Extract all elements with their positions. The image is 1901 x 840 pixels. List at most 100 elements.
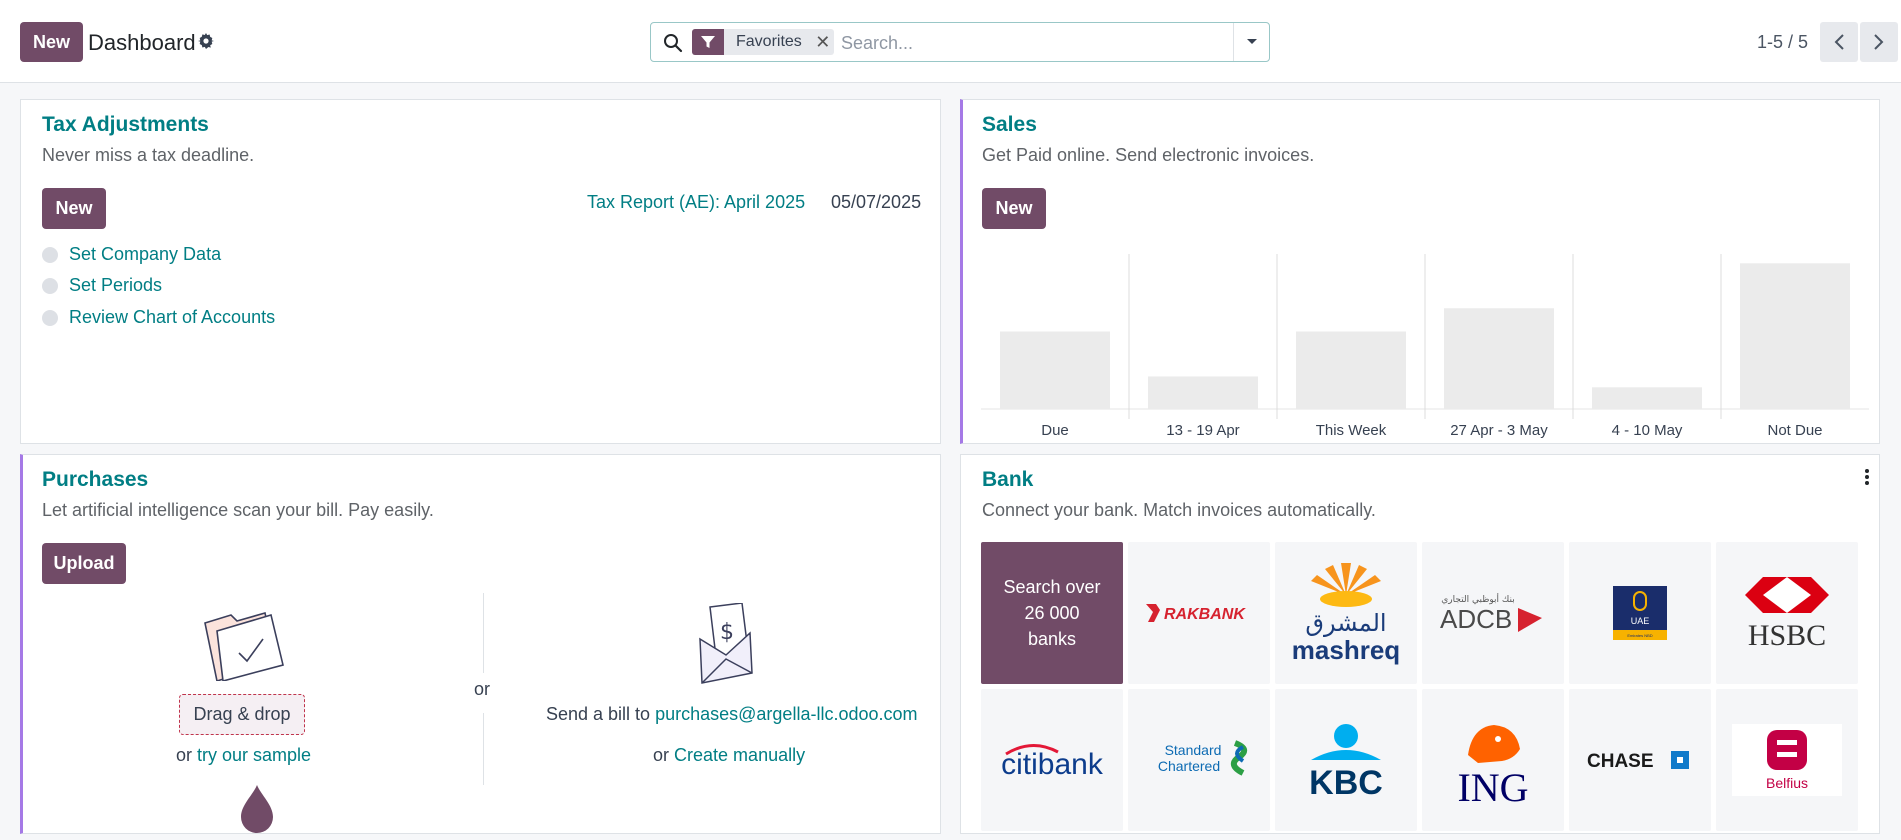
pager-next-button[interactable] xyxy=(1860,22,1898,62)
try-sample-line: or try our sample xyxy=(176,745,311,766)
step-circle-icon xyxy=(42,309,58,326)
chart-x-tick-label: Not Due xyxy=(1767,422,1822,439)
divider xyxy=(483,713,484,785)
search-dropdown-toggle[interactable] xyxy=(1233,23,1269,61)
send-bill-line: Send a bill to purchases@argella-llc.odo… xyxy=(546,704,918,725)
create-manually-line: or Create manually xyxy=(653,745,805,766)
kbc-logo: KBC xyxy=(1309,724,1383,800)
bank-tile-chase[interactable]: CHASE xyxy=(1569,689,1711,831)
bank-card-title[interactable]: Bank xyxy=(982,468,1033,492)
citibank-logo-text: citibank xyxy=(1001,748,1104,780)
chart-bar[interactable] xyxy=(1148,376,1258,409)
purchases-card-title[interactable]: Purchases xyxy=(42,468,148,492)
bank-tile-belfius[interactable]: Belfius xyxy=(1716,689,1858,831)
search-banks-tile[interactable]: Search over 26 000 banks xyxy=(981,542,1123,684)
kebab-menu-icon[interactable] xyxy=(1861,467,1873,487)
chevron-right-icon xyxy=(1874,34,1884,50)
facet-label: Favorites xyxy=(736,33,802,50)
step-circle-icon xyxy=(42,246,58,263)
purchase-email-link[interactable]: purchases@argella-llc.odoo.com xyxy=(655,704,917,724)
search-bar: Favorites ✕ xyxy=(650,22,1270,62)
chart-bar[interactable] xyxy=(1000,331,1110,410)
chart-bar[interactable] xyxy=(1444,308,1554,409)
try-sample-link[interactable]: try our sample xyxy=(197,745,311,765)
pager-previous-button[interactable] xyxy=(1820,22,1858,62)
chart-x-tick-label: 27 Apr - 3 May xyxy=(1450,422,1548,439)
tax-adjustments-card: Tax Adjustments Never miss a tax deadlin… xyxy=(20,99,941,444)
caret-down-icon xyxy=(1246,39,1257,44)
or-separator: or xyxy=(474,679,491,699)
bank-card-subtitle: Connect your bank. Match invoices automa… xyxy=(982,500,1376,520)
send-bill-text: Send a bill to xyxy=(546,704,651,724)
chart-bar[interactable] xyxy=(1592,387,1702,409)
kbc-logo-text: KBC xyxy=(1309,764,1383,800)
bank-tile-rakbank[interactable]: RAKBANK xyxy=(1128,542,1270,684)
chase-logo-text: CHASE xyxy=(1587,751,1654,772)
new-button[interactable]: New xyxy=(20,22,83,62)
rakbank-logo-text: RAKBANK xyxy=(1164,606,1246,623)
uae-logo-text: UAE xyxy=(1631,616,1650,626)
chart-bar[interactable] xyxy=(1296,331,1406,410)
search-banks-label: Search over 26 000 banks xyxy=(1003,577,1101,649)
search-facet-favorites: Favorites ✕ xyxy=(692,29,834,55)
bank-tile-hsbc[interactable]: HSBC xyxy=(1716,542,1858,684)
divider xyxy=(483,593,484,673)
standard-chartered-logo: Standard Chartered xyxy=(1158,740,1248,776)
drag-and-drop-zone[interactable]: Drag & drop xyxy=(179,694,305,735)
mashreq-logo-text: mashreq xyxy=(1292,635,1400,665)
tax-card-subtitle: Never miss a tax deadline. xyxy=(42,145,255,165)
bank-tile-uae[interactable]: UAE Emirates NBD xyxy=(1569,542,1711,684)
or-text: or xyxy=(653,745,670,765)
gear-icon[interactable] xyxy=(198,33,214,49)
create-manually-link[interactable]: Create manually xyxy=(674,745,805,765)
belfius-logo-text: Belfius xyxy=(1766,775,1808,791)
or-text: or xyxy=(176,745,193,765)
hsbc-logo-text: HSBC xyxy=(1748,619,1826,652)
ing-logo-text: ING xyxy=(1457,765,1528,805)
tax-new-button[interactable]: New xyxy=(42,188,106,229)
dollar-sign-glyph: $ xyxy=(720,620,734,645)
standard-chartered-logo-text: Chartered xyxy=(1158,758,1220,774)
adcb-logo: بنك أبوظبي التجاري ADCB xyxy=(1440,593,1542,634)
belfius-logo: Belfius xyxy=(1732,724,1842,796)
sales-card: Sales Get Paid online. Send electronic i… xyxy=(960,99,1880,444)
bank-tile-standard-chartered[interactable]: Standard Chartered xyxy=(1128,689,1270,831)
bank-tile-kbc[interactable]: KBC xyxy=(1275,689,1417,831)
step-label[interactable]: Set Company Data xyxy=(69,244,221,265)
ing-logo: ING xyxy=(1457,725,1529,805)
step-label[interactable]: Set Periods xyxy=(69,275,162,296)
search-input[interactable] xyxy=(841,31,1221,55)
pager-value[interactable]: 1-5 / 5 xyxy=(1757,32,1808,53)
adcb-logo-text: ADCB xyxy=(1440,604,1512,634)
uae-logo-small-text: Emirates NBD xyxy=(1627,633,1652,638)
control-panel: New Dashboard Favorites ✕ 1-5 / 5 xyxy=(0,0,1901,83)
hsbc-logo: HSBC xyxy=(1745,577,1829,652)
folder-icon xyxy=(201,601,285,683)
envelope-invoice-icon: $ xyxy=(698,602,754,685)
step-label[interactable]: Review Chart of Accounts xyxy=(69,307,275,328)
upload-button[interactable]: Upload xyxy=(42,543,126,584)
onboarding-step[interactable]: Set Periods xyxy=(42,275,162,296)
onboarding-step[interactable]: Review Chart of Accounts xyxy=(42,307,275,328)
close-icon[interactable]: ✕ xyxy=(812,29,834,55)
sales-bar-chart[interactable]: Due 13 - 19 Apr This Week 27 Apr - 3 May 4 -… xyxy=(963,100,1883,445)
tax-card-title[interactable]: Tax Adjustments xyxy=(42,113,209,137)
bank-tile-ing[interactable]: ING xyxy=(1422,689,1564,831)
bank-tile-mashreq[interactable]: المشرق mashreq xyxy=(1275,542,1417,684)
citibank-logo: citibank xyxy=(1001,744,1104,780)
mashreq-arabic-text: المشرق xyxy=(1305,609,1386,637)
page-title: Dashboard xyxy=(88,30,196,55)
chart-bar[interactable] xyxy=(1740,263,1850,409)
chart-x-tick-label: This Week xyxy=(1316,422,1387,439)
onboarding-step[interactable]: Set Company Data xyxy=(42,244,221,265)
chart-x-tick-label: 13 - 19 Apr xyxy=(1166,422,1239,439)
bank-tile-adcb[interactable]: بنك أبوظبي التجاري ADCB xyxy=(1422,542,1564,684)
standard-chartered-logo-text: Standard xyxy=(1165,742,1222,758)
chart-x-tick-label: 4 - 10 May xyxy=(1612,422,1683,439)
chevron-left-icon xyxy=(1834,34,1844,50)
tax-report-link[interactable]: Tax Report (AE): April 2025 xyxy=(587,192,805,213)
bank-tile-citibank[interactable]: citibank xyxy=(981,689,1123,831)
tax-report-date: 05/07/2025 xyxy=(831,192,922,212)
mashreq-logo: المشرق mashreq xyxy=(1292,563,1400,665)
search-icon[interactable] xyxy=(663,33,683,53)
